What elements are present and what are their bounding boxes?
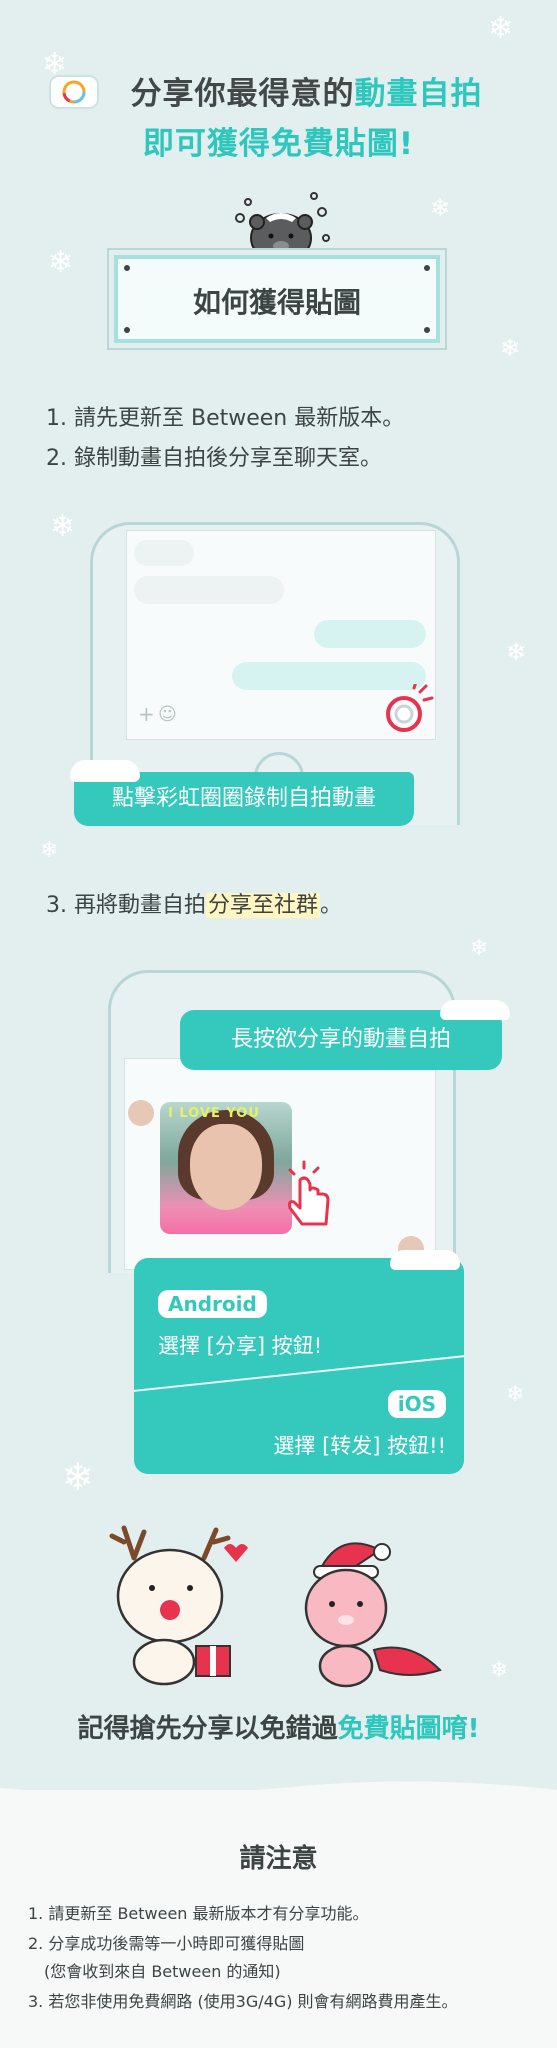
step-3: 3. 再將動畫自拍分享至社群。	[46, 893, 343, 918]
snowflake-icon: ❄	[506, 1382, 525, 1407]
add-icon[interactable]: +	[138, 702, 155, 726]
notice-item: (您會收到來自 Between 的通知)	[44, 1962, 281, 1981]
notice-item: 1. 請更新至 Between 最新版本才有分享功能。	[28, 1904, 369, 1923]
snowflake-icon: ❄	[50, 509, 76, 544]
emoji-icon[interactable]: ☺	[158, 704, 177, 725]
reindeer-sticker	[109, 1525, 248, 1686]
snowflake-icon: ❄	[500, 334, 521, 362]
step-3-highlight: 分享至社群	[205, 893, 320, 918]
notice-item: 2. 分享成功後需等一小時即可獲得貼圖	[28, 1934, 305, 1953]
snowflake-icon: ❄	[62, 1455, 94, 1499]
snowflake-icon: ❄	[40, 838, 59, 863]
notice-item: 3. 若您非使用免費網路 (使用3G/4G) 則會有網路費用產生。	[28, 1992, 458, 2011]
step-2: 2. 錄制動畫自拍後分享至聊天室。	[46, 446, 382, 471]
avatar	[128, 1100, 154, 1126]
bear-sticker	[235, 192, 330, 263]
headline-highlight: 動畫自拍	[354, 76, 483, 112]
snowflake-icon: ❄	[430, 194, 451, 222]
closing-message: 記得搶先分享以免錯過免費貼圖唷!	[77, 1714, 480, 1744]
share-instructions-box: Android 選擇 [分享] 按鈕! iOS 選擇 [转发] 按鈕!!	[134, 1258, 464, 1474]
event-page: ❄ ❄ ❄ ❄ ❄ ❄ ❄ ❄ ❄ ❄ ❄ ❄ 分享你最得意的動畫自拍 即可獲得…	[0, 0, 557, 2048]
android-label: Android	[158, 1290, 267, 1318]
snowflake-icon: ❄	[490, 1658, 509, 1683]
notice-title: 請注意	[239, 1844, 318, 1874]
tap-hand-icon	[288, 1160, 330, 1226]
ios-label: iOS	[387, 1390, 446, 1418]
snowflake-icon: ❄	[506, 638, 527, 666]
howto-card: 如何獲得貼圖	[114, 255, 440, 343]
closing-highlight: 免費貼圖唷!	[337, 1714, 480, 1744]
headline-line-1: 分享你最得意的動畫自拍	[130, 76, 483, 112]
record-icon[interactable]	[382, 684, 434, 736]
photo-caption: I LOVE YOU	[168, 1106, 260, 1121]
snowflake-icon: ❄	[470, 936, 489, 961]
step-1: 1. 請先更新至 Between 最新版本。	[46, 406, 405, 431]
android-instruction: 選擇 [分享] 按鈕!	[158, 1334, 323, 1358]
snowflake-icon: ❄	[48, 245, 74, 280]
howto-title: 如何獲得貼圖	[192, 286, 361, 319]
ios-instruction: 選擇 [转发] 按鈕!!	[273, 1434, 446, 1458]
animated-selfie-thumbnail[interactable]: I LOVE YOU	[160, 1102, 292, 1234]
santa-sticker	[304, 1542, 442, 1688]
headline-line-2: 即可獲得免費貼圖!	[142, 126, 415, 162]
snowflake-icon: ❄	[488, 11, 514, 46]
